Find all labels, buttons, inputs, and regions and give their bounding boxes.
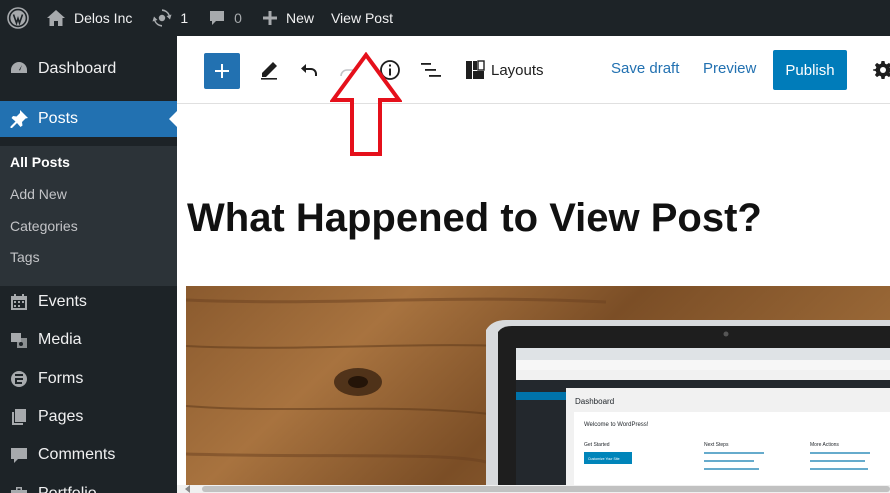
site-name-link[interactable]: Delos Inc xyxy=(46,0,132,36)
screen-get-started: Get Started xyxy=(584,442,610,448)
list-view-icon xyxy=(421,63,441,77)
new-content-link[interactable]: New xyxy=(262,0,314,36)
sidebar-item-label: Forms xyxy=(38,370,84,387)
gear-icon xyxy=(873,61,890,79)
new-label: New xyxy=(285,10,314,26)
sidebar-item-label: Posts xyxy=(38,110,79,127)
sidebar-item-label: Media xyxy=(38,331,82,348)
screen-next-steps: Next Steps xyxy=(704,442,729,448)
horizontal-scrollbar[interactable] xyxy=(177,485,890,493)
undo-icon xyxy=(301,64,317,76)
view-post-label: View Post xyxy=(330,10,393,26)
plus-icon xyxy=(215,64,229,78)
portfolio-icon xyxy=(11,487,27,493)
sidebar-item-portfolio[interactable]: Portfolio xyxy=(0,476,177,493)
comments-link[interactable]: 0 xyxy=(208,0,242,36)
undo-button[interactable] xyxy=(297,58,321,82)
screen-welcome-text: Welcome to WordPress! xyxy=(584,422,649,428)
sidebar-item-media[interactable]: Media xyxy=(0,322,177,358)
laptop-photo: Dashboard Welcome to WordPress! Get Star… xyxy=(186,286,890,485)
add-block-button[interactable] xyxy=(204,53,240,89)
screen-customize-button: Customize Your Site xyxy=(588,457,620,461)
updates-link[interactable]: 1 xyxy=(152,0,188,36)
pages-icon xyxy=(12,409,26,425)
sidebar-item-pages[interactable]: Pages xyxy=(0,399,177,435)
sidebar-item-label: Pages xyxy=(38,408,84,425)
media-icon xyxy=(11,333,27,348)
admin-bar: Delos Inc 1 0 New View Post xyxy=(0,0,890,36)
layouts-icon xyxy=(466,60,485,79)
submenu-add-new[interactable]: Add New xyxy=(10,186,67,202)
updates-count: 1 xyxy=(180,10,189,26)
sidebar-item-comments[interactable]: Comments xyxy=(0,437,177,473)
edit-tools-button[interactable] xyxy=(257,58,281,82)
save-draft-button[interactable]: Save draft xyxy=(611,60,679,77)
view-post-link[interactable]: View Post xyxy=(331,0,393,36)
plus-icon xyxy=(262,11,277,25)
publish-button[interactable]: Publish xyxy=(773,50,847,90)
list-view-button[interactable] xyxy=(419,58,443,82)
screen-more-actions: More Actions xyxy=(810,442,839,448)
post-title[interactable]: What Happened to View Post? xyxy=(187,196,762,241)
comment-bubble-icon xyxy=(210,11,225,25)
screen-dashboard-heading: Dashboard xyxy=(575,397,614,406)
home-icon xyxy=(47,10,65,26)
calendar-icon xyxy=(11,294,27,310)
layouts-button[interactable]: Layouts xyxy=(465,58,544,82)
site-name-label: Delos Inc xyxy=(74,10,133,26)
forms-icon xyxy=(11,371,27,387)
comments-count: 0 xyxy=(234,10,242,26)
wordpress-logo-button[interactable] xyxy=(0,0,36,36)
red-arrow-annotation-icon xyxy=(330,52,402,156)
sidebar-item-events[interactable]: Events xyxy=(0,284,177,320)
layouts-label: Layouts xyxy=(491,61,544,79)
updates-icon xyxy=(152,9,172,27)
sidebar-item-label: Events xyxy=(38,293,87,310)
pencil-icon xyxy=(261,62,277,80)
scrollbar-thumb[interactable] xyxy=(202,486,890,492)
submenu-categories[interactable]: Categories xyxy=(10,218,78,234)
sidebar-item-forms[interactable]: Forms xyxy=(0,361,177,397)
sidebar-item-posts[interactable]: Posts xyxy=(0,101,177,137)
dashboard-icon xyxy=(11,62,27,73)
admin-sidebar: Dashboard Posts All Posts Add New Catego… xyxy=(0,36,177,493)
preview-button[interactable]: Preview xyxy=(703,60,756,77)
pin-icon xyxy=(10,110,28,128)
editor-toolbar: Layouts Save draft Preview Publish xyxy=(177,36,890,104)
sidebar-item-label: Portfolio xyxy=(38,485,97,493)
sidebar-item-label: Dashboard xyxy=(38,60,117,77)
submenu-all-posts[interactable]: All Posts xyxy=(10,154,70,170)
sidebar-item-label: Comments xyxy=(38,446,116,463)
posts-submenu: All Posts Add New Categories Tags xyxy=(0,146,177,286)
scroll-left-arrow-icon[interactable] xyxy=(185,485,190,493)
comment-icon xyxy=(11,448,27,463)
sidebar-item-dashboard[interactable]: Dashboard xyxy=(0,51,177,87)
wordpress-logo-icon xyxy=(7,7,29,29)
settings-button[interactable] xyxy=(871,58,890,82)
post-featured-image[interactable]: Dashboard Welcome to WordPress! Get Star… xyxy=(186,286,890,485)
submenu-tags[interactable]: Tags xyxy=(10,249,40,265)
